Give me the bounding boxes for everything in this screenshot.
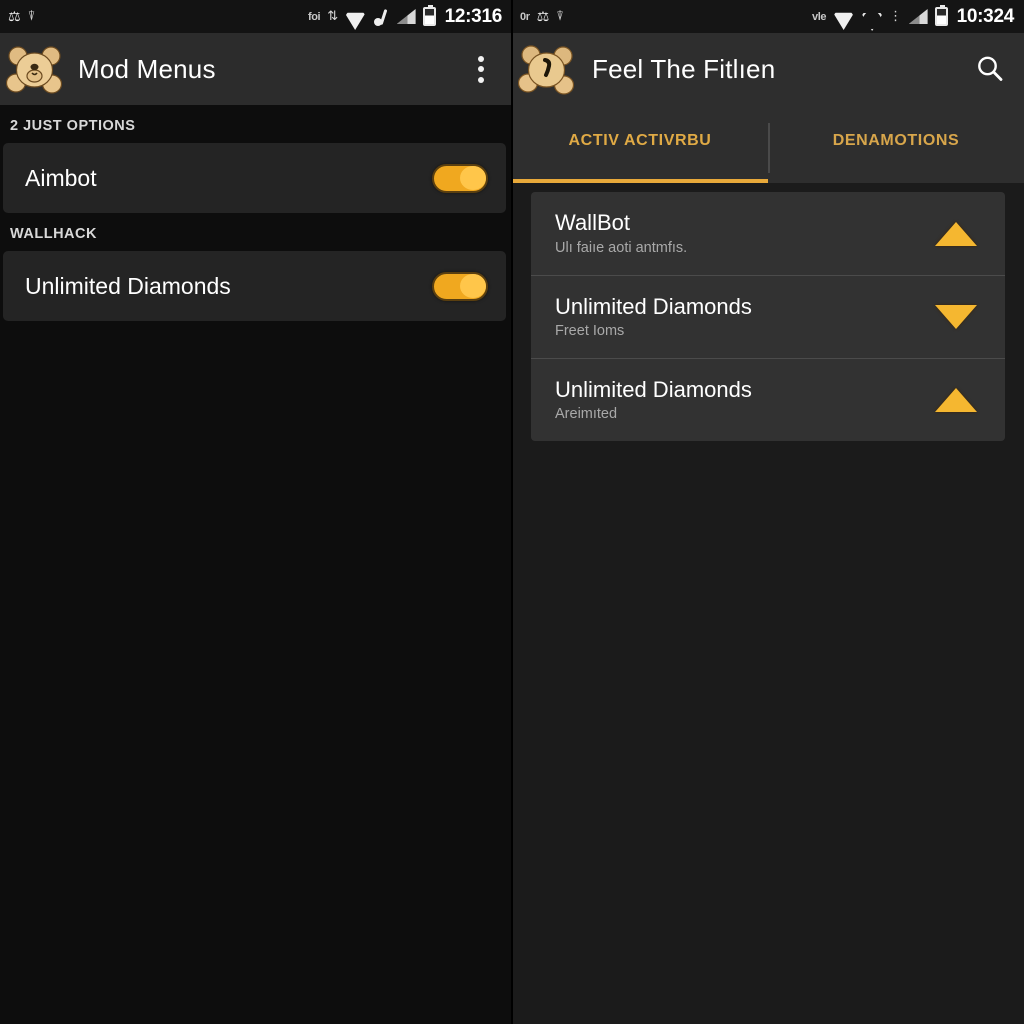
left-status-right-icons: foi ⇅ 12:316 [307,5,503,28]
tab-divider [768,123,770,173]
wifi-icon [345,9,366,24]
list-item-text: Unlimited Diamonds Areimıted [555,376,935,423]
right-phone-screen: 0r ⚖ ⍒ vle ⋮ 10:324 Feel The Fitlıen ACT… [512,0,1024,1024]
notification-glyph: foi [307,10,321,23]
wifi-outline-icon [861,9,882,24]
list-item-text: WallBot Ulı faiıe aoti antmfıs. [555,211,935,256]
left-status-bar: ⚖ ⍒ foi ⇅ 12:316 [0,0,512,33]
setting-row-unlimited-diamonds[interactable]: Unlimited Diamonds [3,251,506,321]
left-status-left-icons: ⚖ ⍒ [8,9,308,25]
tab-denamotions[interactable]: DENAMOTIONS [768,105,1024,183]
setting-label: Aimbot [25,164,97,191]
tab-active-underline [512,179,768,183]
list-item[interactable]: WallBot Ulı faiıe aoti antmfıs. [531,192,1005,275]
list-item-subtitle: Ulı faiıe aoti antmfıs. [555,239,688,256]
status-left-text: 0r [520,10,530,23]
dual-screenshot-composite: ⚖ ⍒ foi ⇅ 12:316 Mod Menus 2 JUST OPTION… [0,0,1024,1024]
mod-item-list: WallBot Ulı faiıe aoti antmfıs. Unlimite… [531,192,1005,441]
bluetooth-icon [373,8,390,26]
settings-list: 2 JUST OPTIONS Aimbot WALLHACK Unlimited… [0,105,512,339]
usb-icon: ⚖ [536,8,550,25]
setting-label: Unlimited Diamonds [25,272,231,299]
tab-bar: ACTIV ACTIVRBU DENAMOTIONS [512,105,1024,183]
overflow-dot [478,55,484,62]
notification-glyph: vle [812,10,827,23]
overflow-menu-icon[interactable] [464,46,498,92]
page-title: Mod Menus [78,53,216,84]
left-phone-screen: ⚖ ⍒ foi ⇅ 12:316 Mod Menus 2 JUST OPTION… [0,0,512,1024]
section-header-options: 2 JUST OPTIONS [0,105,512,143]
list-item[interactable]: Unlimited Diamonds Freet Ioms [531,275,1005,358]
usb-icon: ⚖ [8,8,21,25]
triangle-down-icon[interactable] [935,305,977,329]
panel-seam-divider [511,0,513,1024]
clock: 10:324 [956,5,1015,27]
teddy-bear-icon [6,40,64,98]
toggle-knob [460,165,486,190]
clock: 12:316 [444,5,503,27]
unlimited-diamonds-toggle[interactable] [432,271,488,301]
list-item[interactable]: Unlimited Diamonds Areimıted [531,358,1005,441]
section-header-wallhack: WALLHACK [0,213,512,251]
right-status-bar: 0r ⚖ ⍒ vle ⋮ 10:324 [512,0,1024,33]
list-bottom-spacer [0,321,512,339]
right-app-bar: Feel The Fitlıen [512,33,1024,105]
search-icon[interactable] [970,47,1010,91]
battery-icon [934,5,948,26]
signal-icon [908,9,928,24]
screenshot-icon: ⍒ [556,9,564,24]
wifi-icon [833,9,854,24]
aimbot-toggle[interactable] [432,163,488,193]
tab-activ-activrbu[interactable]: ACTIV ACTIVRBU [512,105,768,183]
list-item-title: Unlimited Diamonds [555,376,752,402]
triangle-up-icon[interactable] [935,221,977,246]
tab-label: DENAMOTIONS [832,132,960,149]
list-item-text: Unlimited Diamonds Freet Ioms [555,293,935,340]
sync-icon: ⇅ [327,9,338,24]
right-status-right-icons: vle ⋮ 10:324 [812,5,1015,28]
toggle-knob [460,273,486,298]
overflow-dot [478,66,484,72]
setting-row-aimbot[interactable]: Aimbot [3,143,506,213]
battery-icon [422,5,436,26]
page-title: Feel The Fitlıen [592,53,776,84]
right-status-left-icons: 0r ⚖ ⍒ [520,9,812,25]
list-item-subtitle: Freet Ioms [555,323,625,340]
triangle-up-icon[interactable] [935,388,977,412]
overflow-dot [478,76,484,83]
left-app-bar: Mod Menus [0,33,512,105]
bars-icon: ⋮ [889,9,902,24]
screenshot-icon: ⍒ [27,9,36,24]
list-item-title: WallBot [555,210,630,236]
list-item-title: Unlimited Diamonds [555,293,752,319]
signal-icon [396,9,416,24]
teddy-bear-icon [518,40,576,98]
list-item-subtitle: Areimıted [555,406,618,423]
tab-label: ACTIV ACTIVRBU [568,132,712,149]
